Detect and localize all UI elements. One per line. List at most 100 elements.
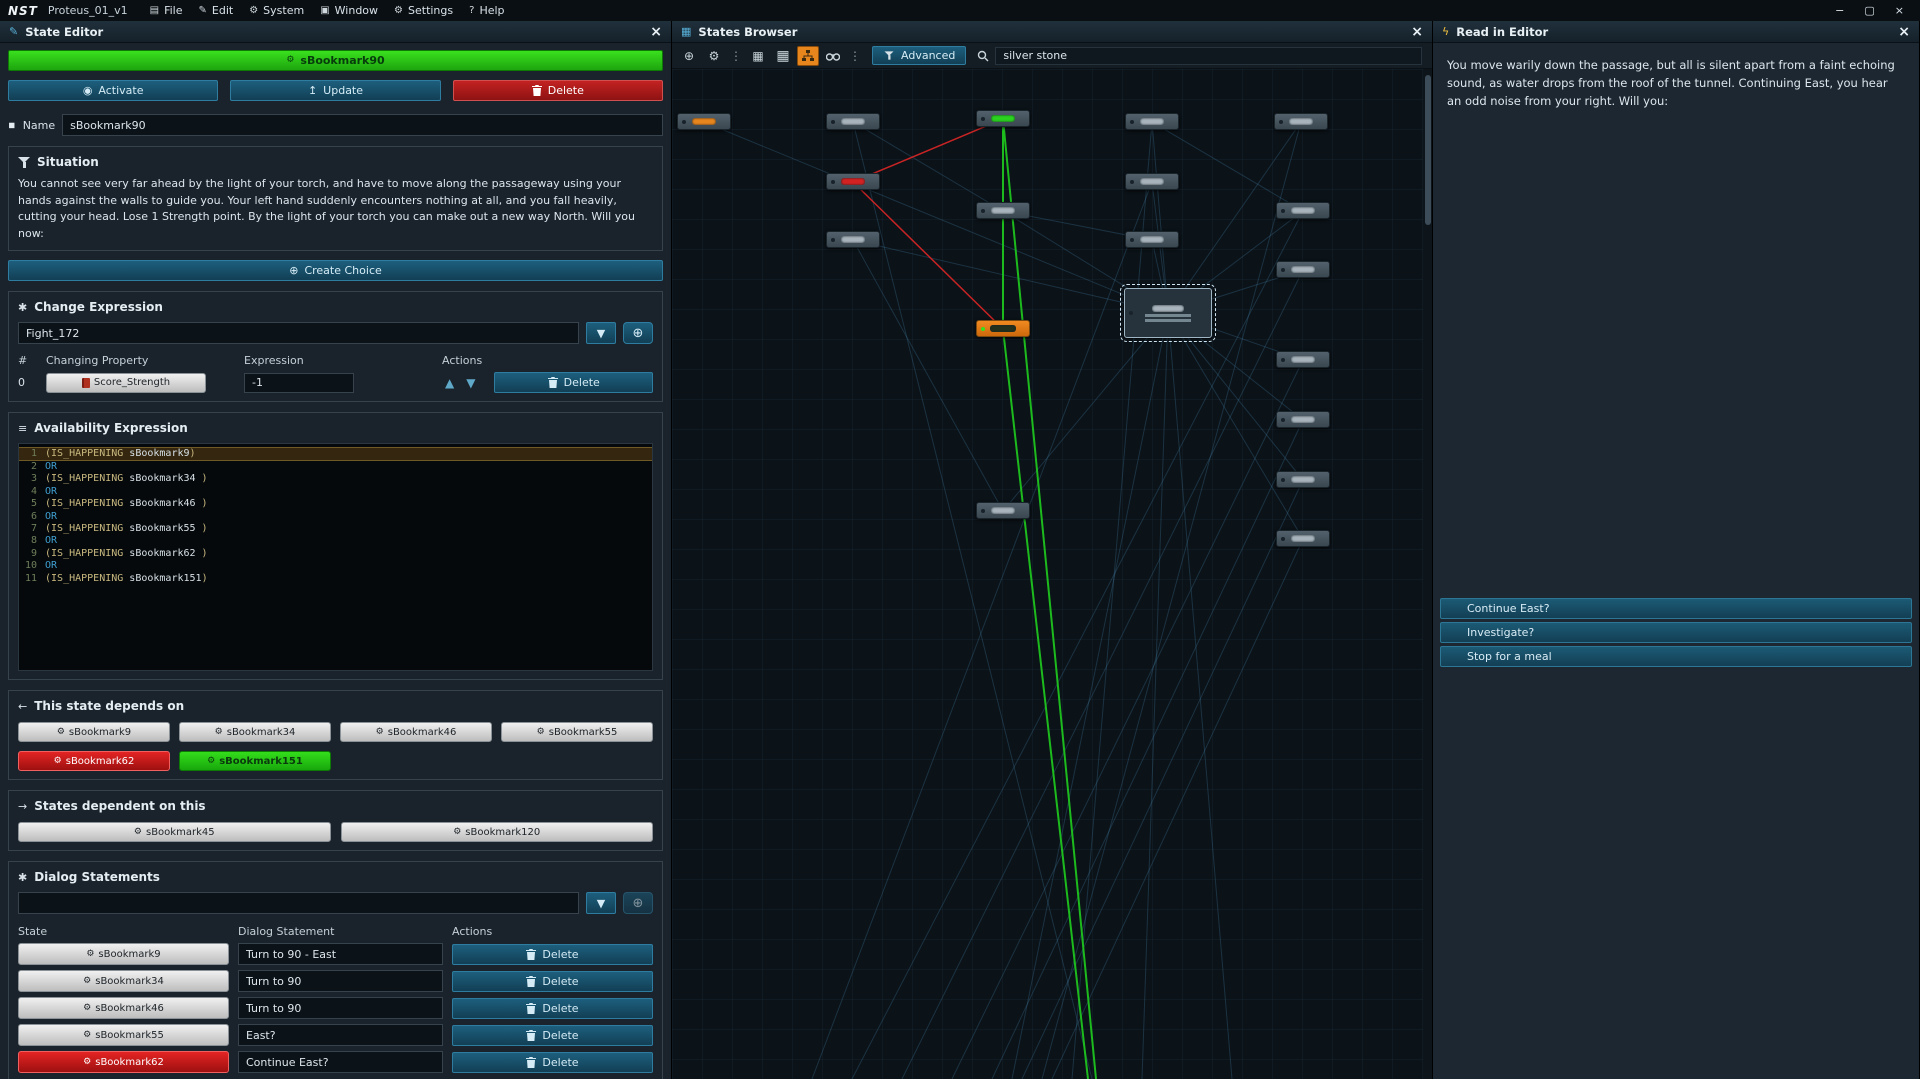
hierarchy-view-icon[interactable]	[797, 46, 819, 66]
availability-line[interactable]: 10OR	[19, 560, 652, 572]
graph-node[interactable]	[1276, 411, 1330, 428]
move-up-icon[interactable]: ▲	[442, 376, 457, 390]
state-chip-sBookmark55[interactable]: ⚙sBookmark55	[18, 1024, 229, 1046]
state-chip-sBookmark55[interactable]: ⚙sBookmark55	[501, 722, 653, 742]
state-chip-sBookmark46[interactable]: ⚙sBookmark46	[340, 722, 492, 742]
move-down-icon[interactable]: ▼	[463, 376, 478, 390]
state-chip-sBookmark34[interactable]: ⚙sBookmark34	[18, 970, 229, 992]
state-chip-sBookmark46[interactable]: ⚙sBookmark46	[18, 997, 229, 1019]
availability-line[interactable]: 1(IS_HAPPENING sBookmark9)	[19, 447, 652, 461]
availability-line[interactable]: 3(IS_HAPPENING sBookmark34 )	[19, 473, 652, 485]
graph-node[interactable]	[1276, 530, 1330, 547]
delete-dialog-button[interactable]: Delete	[452, 1025, 653, 1046]
menu-item-settings[interactable]: ⚙Settings	[386, 0, 461, 21]
close-window-icon[interactable]: ×	[1895, 4, 1904, 17]
dialog-statement-input[interactable]	[238, 943, 443, 965]
name-input[interactable]	[62, 114, 663, 136]
graph-node[interactable]	[1276, 471, 1330, 488]
availability-line[interactable]: 11(IS_HAPPENING sBookmark151)	[19, 573, 652, 585]
current-state-button[interactable]: ⚙ sBookmark90	[8, 50, 663, 71]
graph-node[interactable]	[976, 202, 1030, 219]
availability-line[interactable]: 9(IS_HAPPENING sBookmark62 )	[19, 548, 652, 560]
dialog-select[interactable]	[18, 892, 579, 914]
delete-dialog-button[interactable]: Delete	[452, 1052, 653, 1073]
create-choice-button[interactable]: ⊕ Create Choice	[8, 260, 663, 281]
dropdown-button[interactable]: ▼	[586, 322, 616, 344]
dialog-statement-input[interactable]	[238, 1051, 443, 1073]
binoculars-icon[interactable]	[822, 46, 844, 66]
node-graph-canvas[interactable]	[672, 69, 1432, 1079]
availability-code-editor[interactable]: 1(IS_HAPPENING sBookmark9)2OR3(IS_HAPPEN…	[18, 443, 653, 671]
graph-node[interactable]	[1125, 173, 1179, 190]
read-choice-button[interactable]: Investigate?	[1440, 622, 1912, 643]
graph-node[interactable]	[976, 110, 1030, 127]
minimize-icon[interactable]: −	[1835, 4, 1844, 17]
add-node-icon[interactable]: ⊕	[678, 46, 700, 66]
dialog-statement-input[interactable]	[238, 970, 443, 992]
state-chip-sBookmark151[interactable]: ⚙sBookmark151	[179, 751, 331, 771]
delete-dialog-button[interactable]: Delete	[452, 998, 653, 1019]
availability-line[interactable]: 2OR	[19, 461, 652, 473]
menu-item-edit[interactable]: ✎Edit	[191, 0, 242, 21]
state-chip-sBookmark120[interactable]: ⚙sBookmark120	[341, 822, 654, 842]
change-expression-select[interactable]	[18, 322, 579, 344]
dialog-statement-input[interactable]	[238, 1024, 443, 1046]
availability-line[interactable]: 7(IS_HAPPENING sBookmark55 )	[19, 523, 652, 535]
delete-dialog-button[interactable]: Delete	[452, 971, 653, 992]
graph-node[interactable]	[1276, 202, 1330, 219]
menu-item-system[interactable]: ⚙System	[241, 0, 312, 21]
graph-node[interactable]	[1276, 261, 1330, 278]
delete-state-button[interactable]: Delete	[453, 80, 663, 101]
state-chip-sBookmark62[interactable]: ⚙sBookmark62	[18, 1051, 229, 1073]
graph-node[interactable]	[976, 502, 1030, 519]
graph-node[interactable]	[826, 113, 880, 130]
gear-icon[interactable]: ⚙	[703, 46, 725, 66]
menu-item-help[interactable]: ?Help	[461, 0, 512, 21]
search-input[interactable]	[995, 47, 1422, 65]
grid-view-icon[interactable]: ▦	[747, 46, 769, 66]
graph-node[interactable]	[826, 231, 880, 248]
add-dialog-button[interactable]: ⊕	[623, 892, 653, 914]
graph-node[interactable]	[1125, 113, 1179, 130]
state-chip-sBookmark34[interactable]: ⚙sBookmark34	[179, 722, 331, 742]
table-view-icon[interactable]: ▦	[772, 46, 794, 66]
delete-row-button[interactable]: Delete	[494, 372, 653, 393]
read-choice-button[interactable]: Continue East?	[1440, 598, 1912, 619]
state-chip-sBookmark62[interactable]: ⚙sBookmark62	[18, 751, 170, 771]
close-icon[interactable]: ×	[650, 25, 662, 39]
scrollbar-thumb[interactable]	[1425, 75, 1431, 225]
close-icon[interactable]: ×	[1411, 25, 1423, 39]
dropdown-button[interactable]: ▼	[586, 892, 616, 914]
graph-node[interactable]	[1274, 113, 1328, 130]
availability-line[interactable]: 4OR	[19, 486, 652, 498]
graph-node[interactable]	[826, 173, 880, 190]
read-choice-button[interactable]: Stop for a meal	[1440, 646, 1912, 667]
availability-line[interactable]: 6OR	[19, 511, 652, 523]
kebab-menu-icon[interactable]: ⋮	[728, 49, 744, 63]
dialog-statement-input[interactable]	[238, 997, 443, 1019]
graph-node[interactable]	[1276, 351, 1330, 368]
activate-button[interactable]: ◉ Activate	[8, 80, 218, 101]
maximize-icon[interactable]: ▢	[1864, 4, 1874, 17]
edit-icon: ✎	[9, 25, 18, 38]
state-chip-sBookmark9[interactable]: ⚙sBookmark9	[18, 722, 170, 742]
graph-scrollbar[interactable]	[1423, 69, 1432, 1079]
availability-line[interactable]: 8OR	[19, 535, 652, 547]
expression-input[interactable]	[244, 373, 354, 393]
advanced-filter-button[interactable]: Advanced	[872, 46, 966, 65]
menu-item-window[interactable]: ▣Window	[312, 0, 386, 21]
add-expression-button[interactable]: ⊕	[623, 322, 653, 344]
property-chip[interactable]: Score_Strength	[46, 373, 206, 393]
graph-node[interactable]	[677, 113, 731, 130]
delete-dialog-button[interactable]: Delete	[452, 944, 653, 965]
graph-node[interactable]	[976, 320, 1030, 337]
kebab-menu-icon[interactable]: ⋮	[847, 49, 863, 63]
graph-node[interactable]	[1125, 231, 1179, 248]
update-button[interactable]: ↥ Update	[230, 80, 440, 101]
close-icon[interactable]: ×	[1898, 25, 1910, 39]
graph-node[interactable]	[1124, 288, 1212, 338]
menu-item-file[interactable]: ▤File	[142, 0, 191, 21]
availability-line[interactable]: 5(IS_HAPPENING sBookmark46 )	[19, 498, 652, 510]
state-chip-sBookmark45[interactable]: ⚙sBookmark45	[18, 822, 331, 842]
state-chip-sBookmark9[interactable]: ⚙sBookmark9	[18, 943, 229, 965]
